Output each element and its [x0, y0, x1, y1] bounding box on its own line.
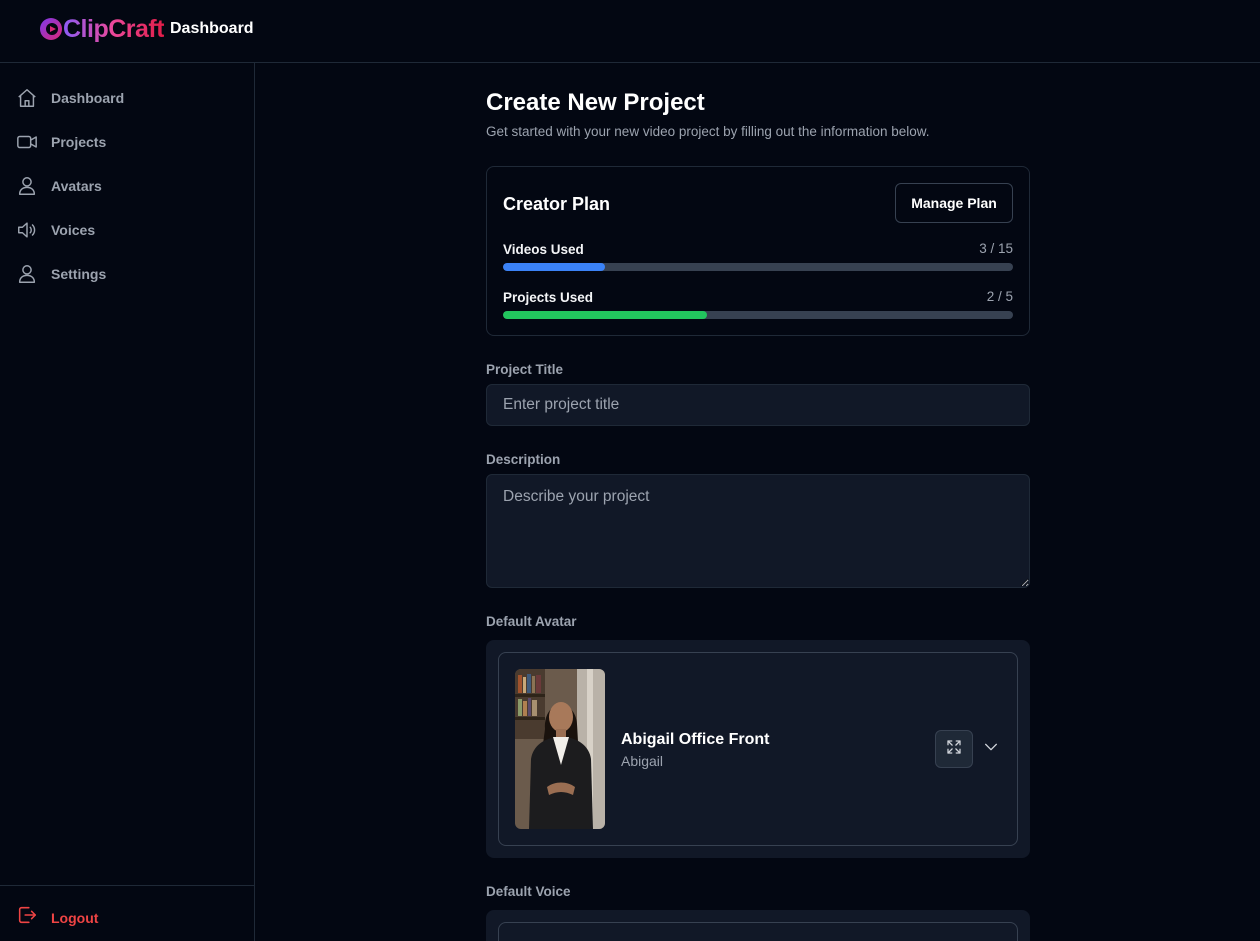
videos-used-label: Videos Used [503, 242, 584, 257]
description-label: Description [486, 452, 561, 467]
expand-preview-button[interactable] [935, 730, 973, 768]
page-title: Create New Project [486, 89, 705, 116]
top-bar: ClipCraft Dashboard [0, 0, 1260, 63]
default-voice-label: Default Voice [486, 884, 571, 899]
sidebar-item-label: Voices [51, 222, 96, 238]
sidebar-footer: Logout [0, 885, 254, 941]
sidebar-item-label: Projects [51, 134, 107, 150]
projects-progress-bar [503, 311, 1013, 319]
sidebar-item-settings[interactable]: Settings [0, 252, 254, 296]
sidebar-item-voices[interactable]: Voices [0, 208, 254, 252]
sidebar: Dashboard Projects Avatars Voices Settin… [0, 63, 255, 941]
sidebar-item-label: Avatars [51, 178, 102, 194]
clipcraft-logo[interactable]: ClipCraft [40, 13, 165, 45]
avatar-select-card[interactable]: Abigail Office Front Abigail [498, 652, 1018, 846]
avatar-selector: Abigail Office Front Abigail [486, 640, 1030, 858]
description-textarea[interactable] [486, 474, 1030, 588]
avatar-thumbnail [515, 669, 605, 829]
user-icon [16, 175, 38, 197]
logout-button[interactable]: Logout [16, 904, 98, 931]
logout-label: Logout [51, 909, 99, 926]
logout-icon [16, 904, 38, 931]
project-title-input[interactable] [486, 384, 1030, 426]
plan-name: Creator Plan [503, 194, 611, 214]
video-camera-icon [16, 131, 38, 153]
expand-icon [945, 738, 963, 761]
projects-progress-fill [503, 311, 707, 319]
projects-usage: Projects Used 2 / 5 [503, 289, 1013, 319]
logo-text: ClipCraft [63, 14, 165, 43]
chevron-down-icon[interactable] [983, 739, 999, 755]
voice-selector [486, 910, 1030, 941]
videos-used-count: 3 / 15 [979, 241, 1013, 256]
avatar-person: Abigail [621, 753, 664, 769]
header-title: Dashboard [170, 20, 254, 37]
plan-card: Creator Plan Manage Plan Videos Used 3 /… [486, 166, 1030, 336]
videos-usage: Videos Used 3 / 15 [503, 241, 1013, 271]
sidebar-item-label: Settings [51, 266, 107, 282]
manage-plan-button[interactable]: Manage Plan [895, 183, 1013, 223]
sidebar-item-label: Dashboard [51, 90, 125, 106]
sidebar-item-avatars[interactable]: Avatars [0, 164, 254, 208]
page-subtitle: Get started with your new video project … [486, 124, 930, 139]
voice-select-card[interactable] [498, 922, 1018, 941]
sidebar-item-projects[interactable]: Projects [0, 120, 254, 164]
logo-play-icon [40, 18, 62, 40]
default-avatar-label: Default Avatar [486, 614, 577, 629]
avatar-name: Abigail Office Front [621, 731, 770, 748]
videos-progress-fill [503, 263, 605, 271]
videos-progress-bar [503, 263, 1013, 271]
projects-used-label: Projects Used [503, 290, 594, 305]
projects-used-count: 2 / 5 [986, 289, 1013, 304]
speaker-icon [16, 219, 38, 241]
sidebar-item-dashboard[interactable]: Dashboard [0, 76, 254, 120]
project-title-label: Project Title [486, 362, 564, 377]
home-icon [16, 87, 38, 109]
user-icon [16, 263, 38, 285]
